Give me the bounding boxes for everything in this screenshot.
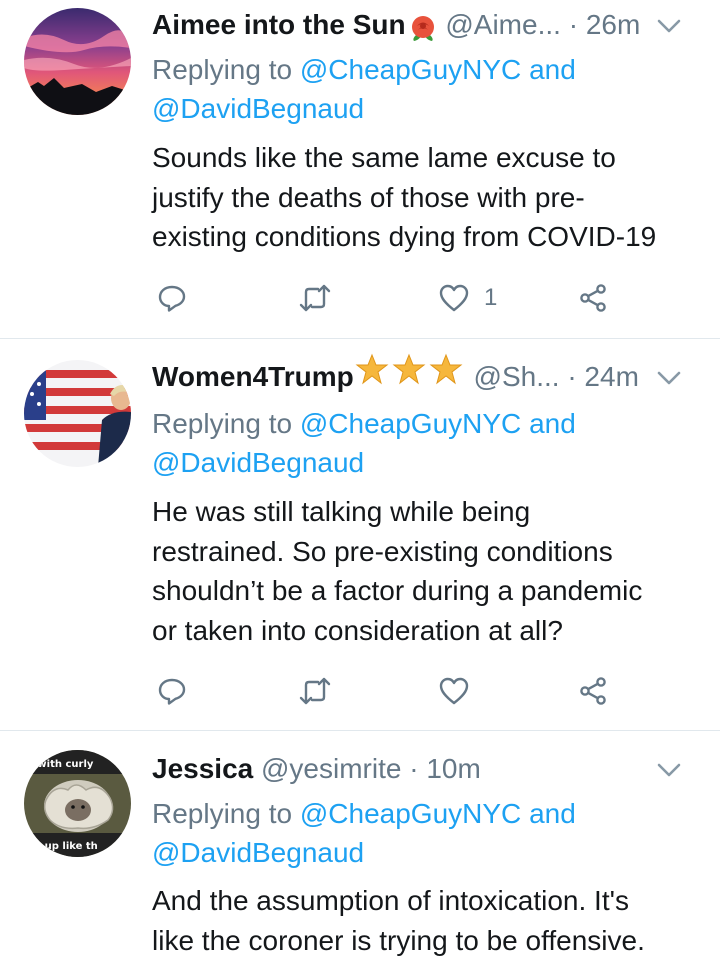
mention-link[interactable]: @DavidBegnaud: [152, 447, 364, 478]
chevron-down-icon[interactable]: [656, 370, 682, 386]
rose-icon: [408, 9, 438, 41]
tweet-actions: [152, 669, 696, 713]
sunset-avatar-image: [24, 8, 131, 115]
chevron-down-icon[interactable]: [656, 18, 682, 34]
tweet-header: Aimee into the Sun @Aime... · 26m: [152, 0, 696, 50]
replying-to-prefix: Replying to: [152, 408, 293, 439]
retweet-icon: [299, 677, 331, 705]
retweet-button[interactable]: [298, 669, 332, 713]
tweet-text-line: He was still talking while being: [152, 496, 531, 527]
tweet-text: And the assumption of intoxication. It's…: [152, 881, 696, 960]
flag-avatar-image: [24, 360, 131, 467]
reply-button[interactable]: [157, 276, 187, 320]
heart-icon: [439, 284, 469, 312]
tweet-3[interactable]: s with curly ke up like th Jessica @yesi…: [0, 730, 720, 965]
separator: ·: [568, 9, 579, 40]
timestamp[interactable]: 10m: [426, 753, 480, 784]
chevron-down-icon[interactable]: [656, 762, 682, 778]
mention-link[interactable]: @CheapGuyNYC: [300, 54, 521, 85]
tweet-text-line: Sounds like the same lame excuse to: [152, 142, 616, 173]
reply-icon: [158, 678, 186, 705]
mention-and[interactable]: and: [529, 408, 576, 439]
avatar[interactable]: [24, 360, 131, 467]
timestamp[interactable]: 24m: [584, 361, 638, 392]
display-name[interactable]: Jessica: [152, 753, 253, 784]
display-name[interactable]: Aimee into the Sun: [152, 9, 406, 40]
mention-and[interactable]: and: [529, 54, 576, 85]
separator: ·: [409, 753, 419, 784]
share-icon: [580, 284, 606, 312]
share-icon: [580, 677, 606, 705]
like-button[interactable]: 1: [438, 276, 497, 320]
mention-link[interactable]: @DavidBegnaud: [152, 93, 364, 124]
tweet-text: Sounds like the same lame excuse to just…: [152, 138, 696, 257]
separator: ·: [567, 361, 577, 392]
tweet-text-line: restrained. So pre-existing conditions: [152, 535, 613, 567]
tweet-text-line: like the coroner is trying to be offensi…: [152, 924, 645, 956]
reply-icon: [158, 285, 186, 312]
mention-and[interactable]: and: [529, 798, 576, 829]
reply-button[interactable]: [157, 669, 187, 713]
replying-to: Replying to @CheapGuyNYC and @DavidBegna…: [152, 50, 576, 128]
tweet-header: Jessica @yesimrite · 10m: [152, 744, 696, 794]
tweet-text: He was still talking while being restrai…: [152, 492, 696, 650]
avatar-caption-top: s with curly: [28, 759, 94, 770]
tweet-2[interactable]: Women4Trump @Sh... · 24m Replying to @Ch…: [0, 338, 720, 731]
avatar[interactable]: [24, 8, 131, 115]
avatar[interactable]: s with curly ke up like th: [24, 750, 131, 857]
tweet-text-line: or taken into consideration at all?: [152, 614, 563, 646]
like-count: 1: [484, 284, 498, 311]
like-button[interactable]: [438, 669, 484, 713]
tweet-actions: 1: [152, 276, 696, 320]
share-button[interactable]: [578, 669, 608, 713]
replying-to: Replying to @CheapGuyNYC and @DavidBegna…: [152, 404, 576, 482]
replying-to: Replying to @CheapGuyNYC and @DavidBegna…: [152, 794, 576, 872]
heart-icon: [439, 677, 469, 705]
tweet-header: Women4Trump @Sh... · 24m: [152, 352, 696, 402]
mention-link[interactable]: @CheapGuyNYC: [300, 408, 521, 439]
tweet-1[interactable]: Aimee into the Sun @Aime... · 26m Replyi…: [0, 0, 720, 339]
avatar-caption-bottom: ke up like th: [28, 841, 98, 852]
handle[interactable]: @yesimrite: [261, 753, 401, 784]
retweet-button[interactable]: [298, 276, 332, 320]
tweet-text-line: justify the deaths of those with pre-: [152, 181, 585, 213]
display-name[interactable]: Women4Trump: [152, 361, 354, 392]
tweet-text-line: And the assumption of intoxication. It's: [152, 885, 629, 916]
share-button[interactable]: [578, 276, 608, 320]
tweet-text-line: shouldn’t be a factor during a pandemic: [152, 575, 643, 606]
star-icon: [354, 351, 466, 401]
handle[interactable]: @Sh...: [474, 361, 560, 392]
timestamp[interactable]: 26m: [586, 9, 640, 40]
tweet-text-line: existing conditions dying from COVID-19: [152, 221, 657, 252]
mention-link[interactable]: @CheapGuyNYC: [300, 798, 521, 829]
handle[interactable]: @Aime...: [445, 9, 561, 40]
mention-link[interactable]: @DavidBegnaud: [152, 837, 364, 868]
replying-to-prefix: Replying to: [152, 54, 293, 85]
replying-to-prefix: Replying to: [152, 798, 293, 829]
retweet-icon: [299, 284, 331, 312]
sheep-meme-avatar-image: s with curly ke up like th: [24, 750, 131, 857]
